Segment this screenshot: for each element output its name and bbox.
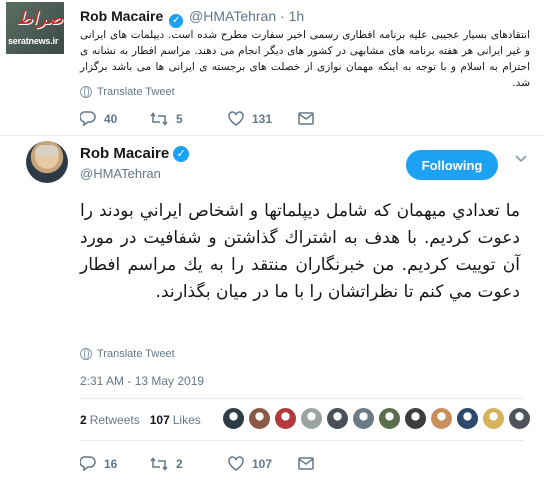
liker-avatar[interactable] bbox=[378, 407, 401, 430]
envelope-icon bbox=[298, 112, 314, 125]
liker-avatar[interactable] bbox=[222, 407, 245, 430]
liker-avatar[interactable] bbox=[430, 407, 453, 430]
parent-tweet-text: انتقادهای بسیار عجیبی علیه برنامه افطاری… bbox=[80, 29, 530, 89]
tweet-actions: 16 2 107 bbox=[80, 456, 322, 471]
parent-translate-link[interactable]: Translate Tweet bbox=[80, 86, 175, 98]
parent-tweet-header: Rob Macaire ✓ @HMATehran · 1h bbox=[80, 8, 304, 28]
watermark-site-url: seratnews.ir bbox=[8, 36, 59, 46]
tweet-timestamp[interactable]: 2:31 AM - 13 May 2019 bbox=[80, 374, 204, 388]
globe-icon bbox=[80, 348, 92, 360]
tweet-text: ما تعدادي ميهمان كه شامل ديپلماتها و اشخ… bbox=[80, 201, 520, 302]
parent-retweet-button[interactable]: 5 bbox=[150, 112, 228, 126]
reply-icon bbox=[80, 111, 96, 126]
liker-avatar[interactable] bbox=[404, 407, 427, 430]
likes-label[interactable]: Likes bbox=[173, 413, 201, 427]
divider bbox=[80, 440, 524, 441]
liker-avatar[interactable] bbox=[274, 407, 297, 430]
reply-icon bbox=[80, 456, 96, 471]
liker-avatar[interactable] bbox=[326, 407, 349, 430]
retweet-count: 2 bbox=[176, 456, 183, 471]
verified-badge-icon: ✓ bbox=[169, 14, 184, 28]
retweet-button[interactable]: 2 bbox=[150, 457, 228, 471]
parent-reply-count: 40 bbox=[104, 111, 118, 126]
parent-author-name[interactable]: Rob Macaire bbox=[80, 8, 163, 24]
chevron-down-icon[interactable] bbox=[515, 155, 527, 163]
parent-like-count: 131 bbox=[252, 111, 273, 126]
translate-link[interactable]: Translate Tweet bbox=[80, 348, 175, 360]
message-button[interactable] bbox=[298, 457, 322, 470]
like-count: 107 bbox=[252, 456, 273, 471]
separator-dot: · bbox=[280, 8, 285, 24]
translate-label: Translate Tweet bbox=[97, 348, 175, 360]
divider bbox=[80, 398, 524, 399]
envelope-icon bbox=[298, 457, 314, 470]
liker-avatar[interactable] bbox=[508, 407, 531, 430]
site-watermark-logo: صراط seratnews.ir bbox=[6, 2, 64, 54]
retweet-icon bbox=[150, 111, 168, 126]
parent-like-button[interactable]: 131 bbox=[228, 111, 298, 126]
verified-badge-icon: ✓ bbox=[173, 145, 190, 162]
author-name[interactable]: Rob Macaire bbox=[80, 145, 169, 162]
like-total[interactable]: 107 bbox=[150, 413, 170, 427]
reply-count: 16 bbox=[104, 456, 118, 471]
author-name-row[interactable]: Rob Macaire ✓ bbox=[80, 145, 190, 162]
author-handle[interactable]: @HMATehran bbox=[80, 166, 161, 181]
globe-icon bbox=[80, 86, 92, 98]
engagement-stats: 2 Retweets 107 Likes bbox=[80, 413, 201, 427]
liker-avatar[interactable] bbox=[352, 407, 375, 430]
heart-icon bbox=[228, 456, 244, 471]
parent-retweet-count: 5 bbox=[176, 111, 183, 126]
watermark-script-mark: صراط bbox=[16, 8, 63, 29]
parent-tweet-time[interactable]: 1h bbox=[289, 8, 305, 24]
liker-avatar[interactable] bbox=[248, 407, 271, 430]
liker-avatar[interactable] bbox=[456, 407, 479, 430]
liker-avatar[interactable] bbox=[300, 407, 323, 430]
retweets-label[interactable]: Retweets bbox=[90, 413, 140, 427]
parent-tweet: صراط seratnews.ir Rob Macaire ✓ @HMATehr… bbox=[0, 0, 544, 136]
like-button[interactable]: 107 bbox=[228, 456, 298, 471]
heart-icon bbox=[228, 111, 244, 126]
retweet-icon bbox=[150, 456, 168, 471]
reply-button[interactable]: 16 bbox=[80, 456, 150, 471]
author-avatar[interactable] bbox=[26, 141, 68, 183]
parent-author-handle[interactable]: @HMATehran bbox=[189, 8, 276, 24]
parent-reply-button[interactable]: 40 bbox=[80, 111, 150, 126]
parent-translate-label: Translate Tweet bbox=[97, 86, 175, 98]
following-button[interactable]: Following bbox=[406, 150, 498, 180]
parent-tweet-actions: 40 5 131 bbox=[80, 111, 322, 126]
liker-avatar[interactable] bbox=[482, 407, 505, 430]
parent-message-button[interactable] bbox=[298, 112, 322, 125]
liker-avatars bbox=[222, 407, 534, 430]
retweet-total[interactable]: 2 bbox=[80, 413, 87, 427]
